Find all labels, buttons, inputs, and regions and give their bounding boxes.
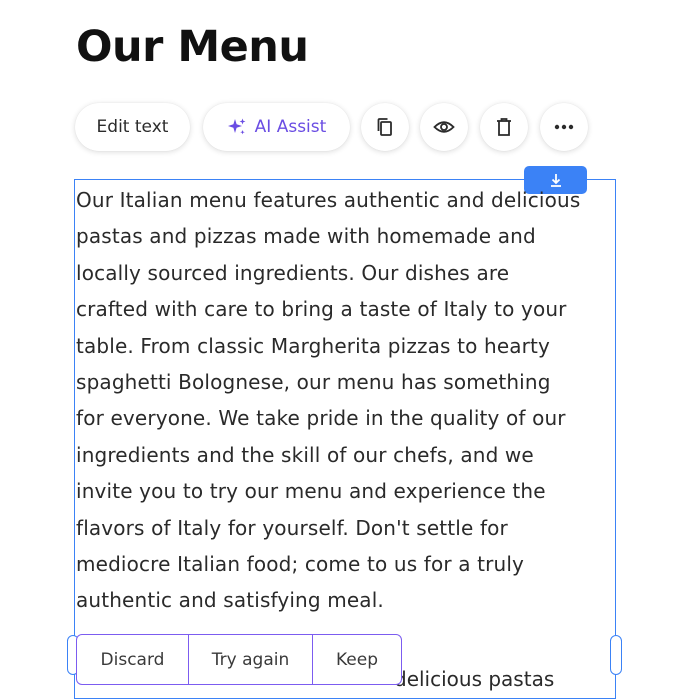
ai-decision-bar: Discard Try again Keep: [76, 634, 402, 685]
keep-button[interactable]: Keep: [312, 635, 401, 684]
sparkle-icon: [227, 117, 247, 137]
trash-icon: [495, 117, 513, 137]
text-line: spaghetti Bolognese, our menu has someth…: [76, 370, 551, 395]
text-line: invite you to try our menu and experienc…: [76, 479, 546, 504]
eye-icon: [433, 119, 455, 135]
ai-assist-button[interactable]: AI Assist: [203, 103, 350, 151]
delete-button[interactable]: [480, 103, 528, 151]
text-line: mediocre Italian food; come to us for a …: [76, 552, 525, 577]
edit-text-label: Edit text: [96, 117, 169, 137]
text-line: for everyone. We take pride in the quali…: [76, 406, 566, 431]
menu-description[interactable]: Our Italian menu features authentic and …: [76, 182, 616, 619]
ai-assist-label: AI Assist: [254, 117, 327, 137]
text-line: crafted with care to bring a taste of It…: [76, 297, 567, 322]
resize-handle-right[interactable]: [610, 635, 622, 675]
copy-icon: [375, 117, 395, 137]
discard-button[interactable]: Discard: [77, 635, 188, 684]
preview-button[interactable]: [420, 103, 468, 151]
suggestion-text: delicious pastas: [394, 667, 555, 691]
text-line: table. From classic Margherita pizzas to…: [76, 333, 551, 358]
more-horizontal-icon: [554, 124, 574, 130]
more-options-button[interactable]: [540, 103, 588, 151]
page-title: Our Menu: [76, 22, 309, 72]
text-line: Our Italian menu features authentic and …: [76, 188, 581, 212]
text-line: pastas and pizzas made with homemade and: [76, 224, 536, 249]
duplicate-button[interactable]: [361, 103, 409, 151]
text-line: flavors of Italy for yourself. Don't set…: [76, 515, 508, 540]
try-again-button[interactable]: Try again: [188, 635, 312, 684]
edit-text-button[interactable]: Edit text: [75, 103, 190, 151]
text-line: locally sourced ingredients. Our dishes …: [76, 260, 510, 285]
text-line: authentic and satisfying meal.: [76, 588, 384, 613]
text-line: ingredients and the skill of our chefs, …: [76, 442, 534, 467]
